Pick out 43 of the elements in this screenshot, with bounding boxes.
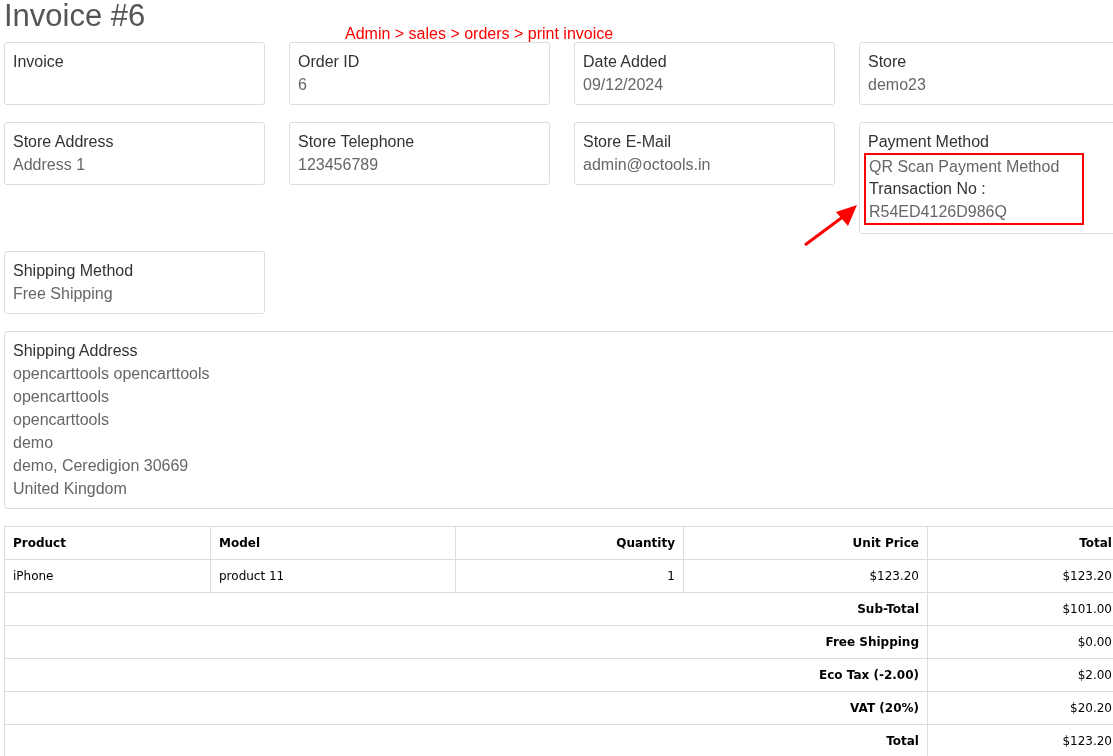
column-header: Total (927, 526, 1113, 560)
field-value: opencarttools opencarttools (13, 364, 211, 384)
card-label: Invoice (13, 52, 65, 72)
field-value: admin@octools.in (583, 155, 712, 175)
field-value: QR Scan Payment Method (869, 157, 1061, 177)
column-header: Product (4, 526, 211, 560)
annotation-text: Admin > sales > orders > print invoice (345, 24, 614, 44)
total-label: Sub-Total (4, 592, 928, 626)
field-label: Transaction No : (869, 179, 987, 199)
field-value: 6 (298, 75, 308, 95)
total-label: VAT (20%) (4, 691, 928, 725)
total-label: Free Shipping (4, 625, 928, 659)
column-header: Model (210, 526, 456, 560)
card-label: Store E-Mail (583, 132, 673, 152)
card-label: Shipping Method (13, 261, 135, 281)
field-value: R54ED4126D986Q (869, 202, 1008, 222)
field-value: Address 1 (13, 155, 87, 175)
field-value: 09/12/2024 (583, 75, 665, 95)
field-value: opencarttools (13, 387, 111, 407)
field-value: opencarttools (13, 410, 111, 430)
card-label: Store Telephone (298, 132, 416, 152)
column-header: Unit Price (683, 526, 928, 560)
card-label: Shipping Address (13, 341, 139, 361)
table-cell: $123.20 (683, 559, 928, 593)
table-cell: iPhone (4, 559, 211, 593)
field-value: 123456789 (298, 155, 380, 175)
total-label: Eco Tax (-2.00) (4, 658, 928, 692)
card-label: Store Address (13, 132, 115, 152)
card-label: Store (868, 52, 908, 72)
field-value: demo, Ceredigion 30669 (13, 456, 190, 476)
table-cell: 1 (455, 559, 684, 593)
total-label: Total (4, 724, 928, 756)
arrow-drawing (804, 205, 857, 246)
field-value: United Kingdom (13, 479, 128, 499)
field-value: demo23 (868, 75, 927, 95)
card-label: Date Added (583, 52, 668, 72)
field-value: demo (13, 433, 55, 453)
table-cell: product 11 (210, 559, 456, 593)
card-label: Order ID (298, 52, 361, 72)
column-header: Quantity (455, 526, 684, 560)
card-label: Payment Method (868, 132, 990, 152)
page-title: Invoice #6 (4, 0, 146, 35)
field-value: Free Shipping (13, 284, 114, 304)
